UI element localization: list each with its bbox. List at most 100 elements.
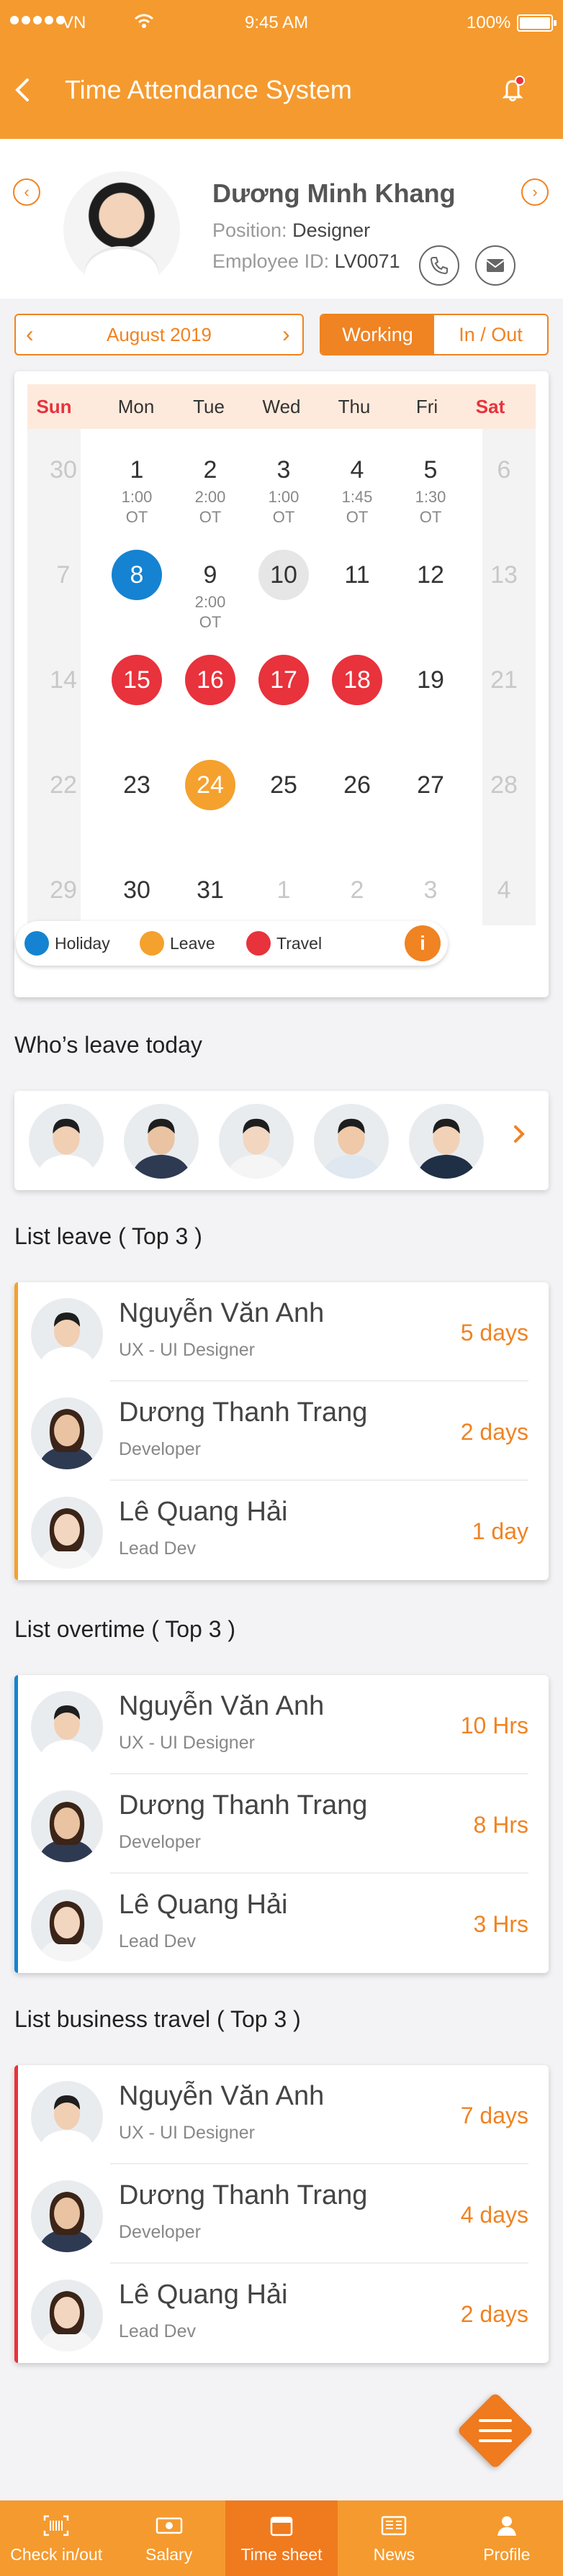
chevron-right-icon[interactable]	[511, 1120, 528, 1152]
calendar-day[interactable]: 29	[27, 876, 99, 904]
tab-news[interactable]: News	[338, 2500, 450, 2576]
back-icon[interactable]	[13, 78, 32, 106]
calendar-day[interactable]: 13	[468, 561, 540, 589]
tab-time-sheet[interactable]: Time sheet	[225, 2500, 338, 2576]
list-item[interactable]: Dương Thanh Trang Developer 8 Hrs	[18, 1774, 549, 1874]
list-item[interactable]: Dương Thanh Trang Developer 4 days	[18, 2164, 549, 2264]
calendar-day[interactable]: 3	[395, 876, 467, 904]
calendar-day[interactable]: 23	[101, 771, 173, 799]
avatar[interactable]	[124, 1104, 199, 1179]
email-button[interactable]	[475, 245, 515, 286]
list-item[interactable]: Nguyễn Văn Anh UX - UI Designer 5 days	[18, 1282, 549, 1382]
list-value: 2 days	[460, 1419, 528, 1445]
weekday-label: Thu	[338, 396, 371, 417]
call-button[interactable]	[419, 245, 459, 286]
weekday-label: Mon	[117, 396, 155, 417]
list-value: 10 Hrs	[460, 1713, 528, 1738]
list-item[interactable]: Dương Thanh Trang Developer 2 days	[18, 1382, 549, 1481]
tab-working[interactable]: Working	[321, 315, 434, 354]
list-item[interactable]: Lê Quang Hải Lead Dev 1 day	[18, 1481, 549, 1580]
list-item[interactable]: Nguyễn Văn Anh UX - UI Designer 7 days	[18, 2065, 549, 2164]
calendar-day[interactable]: 8	[101, 550, 173, 600]
calendar-day[interactable]: 2	[321, 876, 393, 904]
list-item[interactable]: Lê Quang Hải Lead Dev 2 days	[18, 2264, 549, 2363]
weekday-label: Fri	[415, 396, 438, 417]
info-button[interactable]: i	[405, 925, 441, 961]
day-number: 4	[497, 876, 511, 904]
day-number: 13	[490, 561, 518, 589]
calendar-day[interactable]: 30	[101, 876, 173, 904]
day-number: 2	[350, 876, 364, 904]
travel-dot-icon	[246, 931, 271, 956]
tab-in-out[interactable]: In / Out	[434, 315, 547, 354]
calendar-day[interactable]: 24	[174, 760, 246, 810]
overtime-text: OT	[346, 508, 369, 526]
avatar	[31, 1691, 103, 1763]
avatar[interactable]	[409, 1104, 484, 1179]
calendar-day[interactable]: 12	[395, 561, 467, 589]
calendar-day[interactable]: 1 1:00 OT	[101, 456, 173, 527]
day-number: 27	[417, 771, 444, 799]
calendar-icon	[270, 2515, 293, 2540]
day-marker: 8	[112, 550, 162, 600]
tab-profile[interactable]: Profile	[451, 2500, 563, 2576]
list-value: 7 days	[460, 2103, 528, 2128]
calendar-day[interactable]: 3 1:00 OT	[248, 456, 320, 527]
avatar[interactable]	[29, 1104, 104, 1179]
calendar-day[interactable]: 14	[27, 666, 99, 694]
day-number: 30	[123, 876, 150, 904]
tab-salary[interactable]: Salary	[112, 2500, 225, 2576]
tab-label: News	[373, 2545, 415, 2564]
calendar-day[interactable]: 30	[27, 456, 99, 484]
avatar[interactable]	[219, 1104, 294, 1179]
list-card: Nguyễn Văn Anh UX - UI Designer 7 days D…	[14, 2065, 549, 2363]
calendar-day[interactable]: 25	[248, 771, 320, 799]
calendar-day[interactable]: 18	[321, 655, 393, 705]
list-item[interactable]: Nguyễn Văn Anh UX - UI Designer 10 Hrs	[18, 1675, 549, 1774]
day-number: 22	[50, 771, 77, 799]
calendar-day[interactable]: 4	[468, 876, 540, 904]
day-number: 3	[276, 456, 291, 484]
employee-name: Dương Thanh Trang	[119, 1790, 368, 1820]
calendar-day[interactable]: 15	[101, 655, 173, 705]
next-employee-button[interactable]: ›	[521, 178, 549, 206]
day-marker: 10	[258, 550, 309, 600]
employee-role: Developer	[119, 2222, 201, 2242]
calendar-day[interactable]: 19	[395, 666, 467, 694]
calendar-day[interactable]: 27	[395, 771, 467, 799]
prev-employee-button[interactable]: ‹	[13, 178, 40, 206]
page-title: Time Attendance System	[65, 75, 352, 104]
avatar	[31, 1890, 103, 1962]
calendar-day[interactable]: 4 1:45 OT	[321, 456, 393, 527]
list-item[interactable]: Lê Quang Hải Lead Dev 3 Hrs	[18, 1874, 549, 1973]
calendar-day[interactable]: 26	[321, 771, 393, 799]
overtime-text: 2:00	[194, 488, 226, 506]
calendar-day[interactable]: 6	[468, 456, 540, 484]
day-number: 28	[490, 771, 518, 799]
list-title: List overtime ( Top 3 )	[14, 1616, 236, 1642]
calendar-day[interactable]: 21	[468, 666, 540, 694]
calendar-day[interactable]: 16	[174, 655, 246, 705]
calendar-day[interactable]: 28	[468, 771, 540, 799]
day-number: 9	[203, 561, 217, 589]
calendar-day[interactable]: 1	[248, 876, 320, 904]
avatar[interactable]	[314, 1104, 389, 1179]
calendar-day[interactable]: 17	[248, 655, 320, 705]
battery-label: 100%	[467, 13, 511, 32]
day-number: 5	[423, 456, 438, 484]
calendar-day[interactable]: 10	[248, 550, 320, 600]
employee-name: Nguyễn Văn Anh	[119, 1691, 325, 1721]
calendar-day[interactable]: 31	[174, 876, 246, 904]
list-card: Nguyễn Văn Anh UX - UI Designer 10 Hrs D…	[14, 1675, 549, 1973]
avatar	[31, 1790, 103, 1862]
next-month-button[interactable]: ›	[282, 321, 290, 348]
bell-icon[interactable]	[498, 75, 527, 107]
user-icon	[496, 2515, 518, 2540]
calendar-day[interactable]: 5 1:30 OT	[395, 456, 467, 527]
tab-check-in-out[interactable]: Check in/out	[0, 2500, 112, 2576]
calendar-day[interactable]: 11	[321, 561, 393, 589]
calendar-day[interactable]: 22	[27, 771, 99, 799]
calendar-day[interactable]: 2 2:00 OT	[174, 456, 246, 527]
calendar-day[interactable]: 7	[27, 561, 99, 589]
calendar-day[interactable]: 9 2:00 OT	[174, 561, 246, 632]
